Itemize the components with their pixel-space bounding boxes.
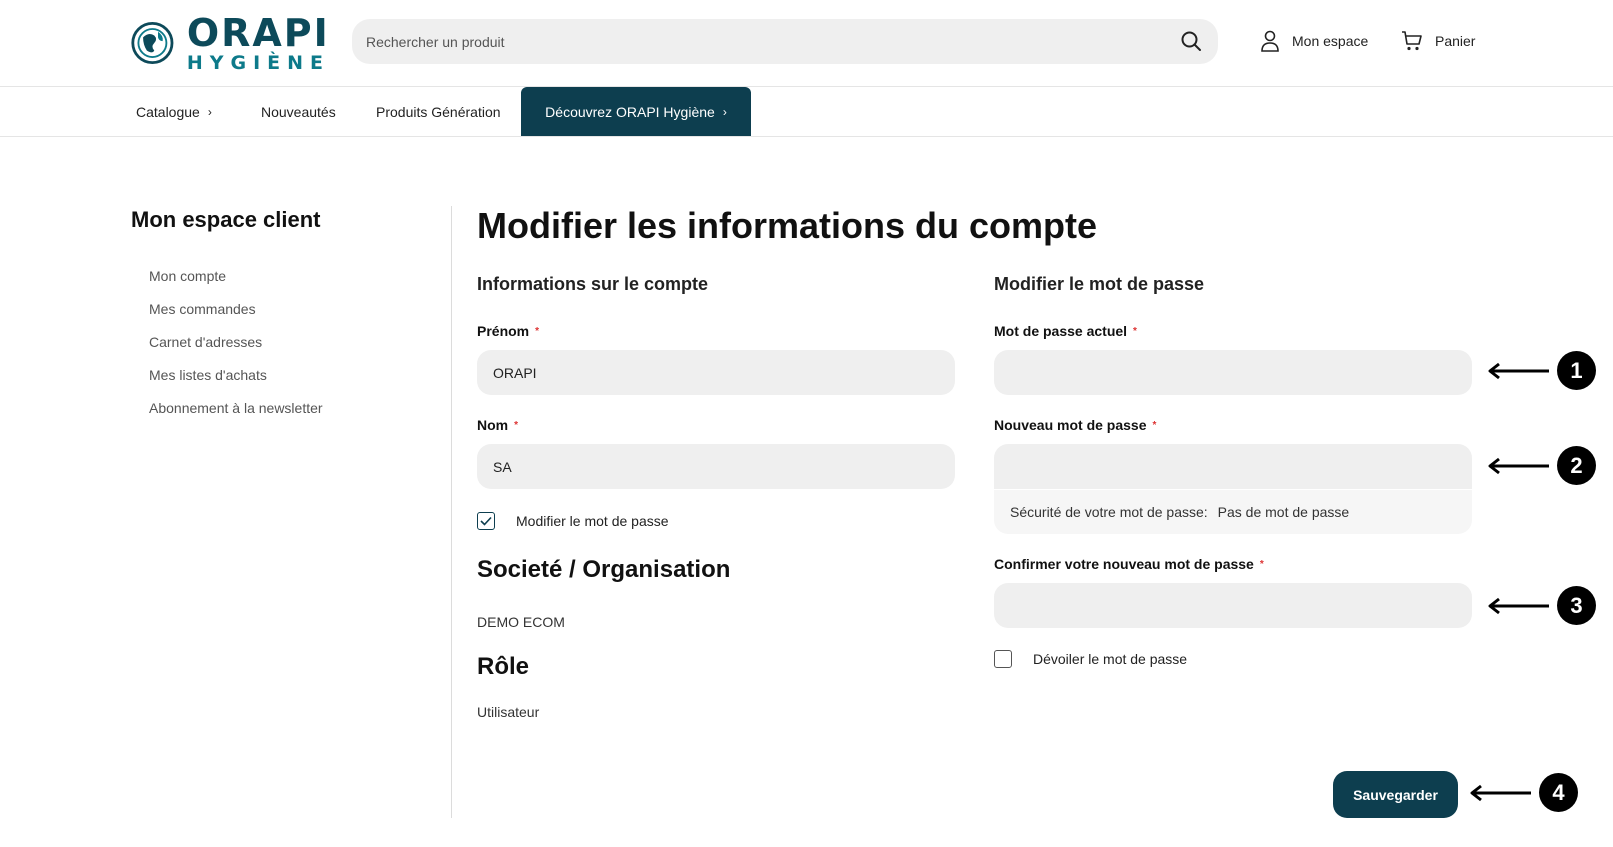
account-label: Mon espace bbox=[1292, 33, 1369, 49]
new-password-label: Nouveau mot de passe * bbox=[994, 417, 1156, 433]
reveal-password-label: Dévoiler le mot de passe bbox=[1033, 651, 1188, 667]
arrow-left-icon bbox=[1488, 457, 1549, 474]
arrow-left-icon bbox=[1470, 784, 1531, 801]
annotation-marker-2: 2 bbox=[1487, 446, 1596, 485]
marker-badge-4: 4 bbox=[1539, 773, 1578, 812]
cart-label: Panier bbox=[1435, 33, 1476, 49]
prenom-input[interactable] bbox=[477, 350, 955, 395]
nom-input[interactable] bbox=[477, 444, 955, 489]
sidebar-title: Mon espace client bbox=[131, 207, 321, 232]
reveal-password-checkbox[interactable] bbox=[994, 650, 1012, 668]
current-password-input[interactable] bbox=[994, 350, 1472, 395]
role-value: Utilisateur bbox=[477, 704, 540, 720]
account-link[interactable]: Mon espace bbox=[1260, 28, 1368, 54]
nav-catalogue[interactable]: Catalogue › bbox=[136, 87, 212, 136]
nom-label: Nom * bbox=[477, 417, 518, 433]
sidebar-item-listes-achats[interactable]: Mes listes d'achats bbox=[149, 367, 323, 400]
required-mark: * bbox=[1152, 420, 1157, 431]
role-title: Rôle bbox=[477, 653, 530, 680]
user-icon bbox=[1261, 30, 1279, 52]
sidebar-item-mes-commandes[interactable]: Mes commandes bbox=[149, 301, 323, 334]
cart-icon bbox=[1402, 31, 1422, 51]
logo-line2: HYGIÈNE bbox=[186, 51, 330, 74]
page-title: Modifier les informations du compte bbox=[477, 205, 1098, 246]
prenom-label: Prénom * bbox=[477, 323, 539, 339]
site-header: ORAPI HYGIÈNE Mon espace Panier bbox=[0, 0, 1613, 87]
arrow-left-icon bbox=[1488, 362, 1549, 379]
nav-produits-generation[interactable]: Produits Génération bbox=[376, 87, 501, 136]
current-password-label: Mot de passe actuel * bbox=[994, 323, 1137, 339]
sidebar-divider bbox=[451, 206, 452, 818]
chevron-right-icon: › bbox=[207, 104, 212, 119]
strength-value: Pas de mot de passe bbox=[1217, 504, 1350, 520]
required-mark: * bbox=[1259, 559, 1264, 570]
password-strength-meter: Sécurité de votre mot de passe: Pas de m… bbox=[994, 490, 1472, 534]
globe-icon bbox=[131, 21, 174, 65]
nav-catalogue-label: Catalogue bbox=[136, 103, 200, 120]
nav-produits-label: Produits Génération bbox=[376, 103, 501, 120]
marker-badge-3: 3 bbox=[1557, 586, 1596, 625]
new-password-label-text: Nouveau mot de passe bbox=[994, 417, 1147, 433]
strength-label: Sécurité de votre mot de passe: bbox=[1010, 504, 1208, 520]
arrow-left-icon bbox=[1488, 597, 1549, 614]
cart-link[interactable]: Panier bbox=[1401, 28, 1475, 54]
account-info-title: Informations sur le compte bbox=[477, 274, 709, 294]
nav-nouveautes-label: Nouveautés bbox=[261, 103, 336, 120]
logo-line1: ORAPI bbox=[186, 10, 330, 55]
sidebar-item-newsletter[interactable]: Abonnement à la newsletter bbox=[149, 400, 323, 433]
confirm-password-label: Confirmer votre nouveau mot de passe * bbox=[994, 556, 1264, 572]
marker-badge-2: 2 bbox=[1557, 446, 1596, 485]
change-password-row[interactable]: Modifier le mot de passe bbox=[477, 512, 669, 530]
annotation-marker-3: 3 bbox=[1487, 586, 1596, 625]
required-mark: * bbox=[1133, 326, 1137, 337]
new-password-input[interactable] bbox=[994, 444, 1472, 489]
save-button[interactable]: Sauvegarder bbox=[1333, 771, 1458, 818]
confirm-password-label-text: Confirmer votre nouveau mot de passe bbox=[994, 556, 1254, 572]
reveal-password-row[interactable]: Dévoiler le mot de passe bbox=[994, 650, 1187, 668]
sidebar-item-mon-compte[interactable]: Mon compte bbox=[149, 268, 323, 301]
prenom-label-text: Prénom bbox=[477, 323, 530, 339]
search-icon[interactable] bbox=[1180, 30, 1202, 52]
nom-label-text: Nom bbox=[477, 417, 509, 433]
main-nav: Catalogue › Nouveautés Produits Générati… bbox=[0, 87, 1613, 137]
sidebar-item-carnet-adresses[interactable]: Carnet d'adresses bbox=[149, 334, 323, 367]
change-password-checkbox[interactable] bbox=[477, 512, 495, 530]
marker-badge-1: 1 bbox=[1557, 351, 1596, 390]
nav-nouveautes[interactable]: Nouveautés bbox=[261, 87, 336, 136]
confirm-password-input[interactable] bbox=[994, 583, 1472, 628]
password-section-title: Modifier le mot de passe bbox=[994, 274, 1205, 294]
company-value: DEMO ECOM bbox=[477, 614, 565, 630]
check-icon bbox=[480, 516, 492, 526]
change-password-label: Modifier le mot de passe bbox=[516, 513, 669, 529]
annotation-marker-4: 4 bbox=[1469, 773, 1578, 812]
search-input[interactable] bbox=[366, 19, 1146, 64]
required-mark: * bbox=[514, 420, 519, 431]
chevron-right-icon: › bbox=[722, 104, 727, 119]
current-password-label-text: Mot de passe actuel bbox=[994, 323, 1128, 339]
nav-decouvrez-label: Découvrez ORAPI Hygiène bbox=[545, 103, 715, 120]
search-bar bbox=[352, 19, 1218, 64]
company-title: Societé / Organisation bbox=[477, 556, 731, 583]
orapi-logo[interactable]: ORAPI HYGIÈNE bbox=[130, 12, 330, 74]
annotation-marker-1: 1 bbox=[1487, 351, 1596, 390]
nav-decouvrez-orapi[interactable]: Découvrez ORAPI Hygiène › bbox=[521, 87, 751, 136]
sidebar-menu: Mon compte Mes commandes Carnet d'adress… bbox=[149, 268, 323, 433]
required-mark: * bbox=[535, 326, 540, 337]
